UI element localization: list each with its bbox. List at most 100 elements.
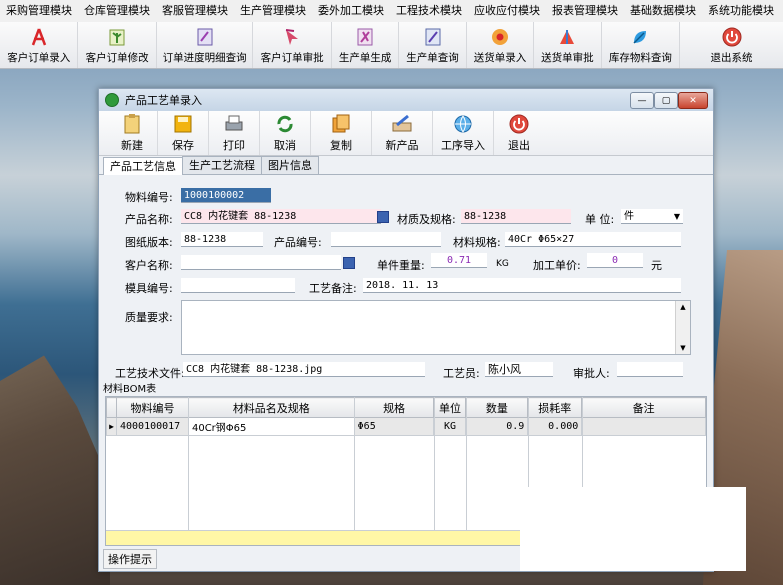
menu-receivable[interactable]: 应收应付模块 bbox=[468, 0, 546, 22]
pen-icon bbox=[390, 112, 414, 136]
grid-line bbox=[466, 397, 467, 545]
plant-icon bbox=[106, 26, 128, 48]
grid-line bbox=[354, 397, 355, 545]
menu-engineering[interactable]: 工程技术模块 bbox=[390, 0, 468, 22]
save-button[interactable]: 保存 bbox=[158, 111, 209, 155]
quality-textarea[interactable]: ▲ ▼ bbox=[181, 300, 691, 355]
drawing-version-label: 图纸版本: bbox=[125, 236, 173, 249]
import-process-button[interactable]: 工序导入 bbox=[433, 111, 494, 155]
drawing-version-field[interactable]: 88-1238 bbox=[181, 232, 263, 247]
tb-production-create[interactable]: 生产单生成 bbox=[332, 22, 400, 68]
scroll-up-icon[interactable]: ▲ bbox=[676, 301, 690, 313]
approver-field[interactable] bbox=[617, 362, 683, 377]
col-qty[interactable]: 数量 bbox=[465, 397, 529, 418]
tech-file-field[interactable]: CC8 内花键套 88-1238.jpg bbox=[183, 362, 425, 377]
material-no-field[interactable]: 1000100002 bbox=[181, 188, 271, 203]
bom-title: 材料BOM表 bbox=[103, 384, 157, 395]
cell-remark[interactable] bbox=[581, 417, 706, 436]
weight-unit: KG bbox=[496, 259, 509, 269]
row-pointer-icon: ▶ bbox=[106, 417, 117, 436]
tab-process-flow[interactable]: 生产工艺流程 bbox=[182, 156, 262, 174]
window-title: 产品工艺单录入 bbox=[125, 94, 202, 107]
tb-order-approve[interactable]: 客户订单审批 bbox=[253, 22, 332, 68]
menu-basic-data[interactable]: 基础数据模块 bbox=[624, 0, 702, 22]
quality-label: 质量要求: bbox=[125, 311, 173, 324]
cell-material-name[interactable]: 40Cr钢Φ65 bbox=[187, 417, 355, 436]
leaf-icon bbox=[629, 26, 651, 48]
process-note-field[interactable]: 2018. 11. 13 bbox=[363, 278, 681, 293]
menu-purchase[interactable]: 采购管理模块 bbox=[0, 0, 78, 22]
menu-system[interactable]: 系统功能模块 bbox=[702, 0, 780, 22]
menu-bar: 采购管理模块 仓库管理模块 客服管理模块 生产管理模块 委外加工模块 工程技术模… bbox=[0, 0, 783, 23]
tb-order-entry[interactable]: 客户订单录入 bbox=[0, 22, 79, 68]
cell-unit[interactable]: KG bbox=[433, 417, 467, 436]
desktop-rock-left bbox=[0, 355, 110, 585]
quality-scrollbar[interactable]: ▲ ▼ bbox=[675, 301, 690, 354]
refresh-icon bbox=[273, 112, 297, 136]
product-name-field[interactable]: CC8 内花键套 88-1238 bbox=[181, 209, 381, 224]
cell-spec[interactable]: Φ65 bbox=[353, 417, 435, 436]
new-product-button[interactable]: 新产品 bbox=[372, 111, 433, 155]
cell-material-no[interactable]: 4000100017 bbox=[115, 417, 189, 436]
menu-service[interactable]: 客服管理模块 bbox=[156, 0, 234, 22]
tb-inventory-query[interactable]: 库存物料查询 bbox=[602, 22, 681, 68]
menu-reports[interactable]: 报表管理模块 bbox=[546, 0, 624, 22]
cancel-button[interactable]: 取消 bbox=[260, 111, 311, 155]
grid-line bbox=[188, 397, 189, 545]
copy-icon bbox=[329, 112, 353, 136]
product-code-field[interactable] bbox=[331, 232, 441, 247]
unit-price-field[interactable]: 0 bbox=[587, 253, 643, 268]
bom-header-row: 物料编号 材料品名及规格 规格 单位 数量 损耗率 备注 bbox=[106, 397, 706, 418]
customer-field[interactable] bbox=[181, 255, 341, 270]
tab-strip: 产品工艺信息 生产工艺流程 图片信息 bbox=[99, 156, 713, 175]
new-button[interactable]: 新建 bbox=[107, 111, 158, 155]
exit-button[interactable]: 退出 bbox=[494, 111, 544, 155]
col-material-no[interactable]: 物料编号 bbox=[115, 397, 189, 418]
clipboard-icon bbox=[120, 112, 144, 136]
doc-icon bbox=[194, 26, 216, 48]
col-remark[interactable]: 备注 bbox=[581, 397, 706, 418]
close-button[interactable]: ✕ bbox=[678, 92, 708, 109]
tb-delivery-entry[interactable]: 送货单录入 bbox=[467, 22, 535, 68]
col-loss-rate[interactable]: 损耗率 bbox=[527, 397, 583, 418]
product-picker-icon[interactable] bbox=[377, 211, 389, 223]
menu-outsourcing[interactable]: 委外加工模块 bbox=[312, 0, 390, 22]
menu-production[interactable]: 生产管理模块 bbox=[234, 0, 312, 22]
col-material-name[interactable]: 材料品名及规格 bbox=[187, 397, 355, 418]
tb-order-progress[interactable]: 订单进度明细查询 bbox=[157, 22, 254, 68]
unit-select[interactable]: 件 ▼ bbox=[621, 209, 683, 224]
material-spec-field[interactable]: 88-1238 bbox=[461, 209, 571, 224]
cell-qty[interactable]: 0.9 bbox=[465, 417, 529, 436]
technician-field[interactable]: 陈小风 bbox=[485, 362, 553, 377]
unit-price-label: 加工单价: bbox=[533, 259, 581, 272]
power-icon bbox=[507, 112, 531, 136]
cell-loss-rate[interactable]: 0.000 bbox=[527, 417, 583, 436]
unit-weight-field[interactable]: 0.71 bbox=[431, 253, 487, 268]
tb-order-edit[interactable]: 客户订单修改 bbox=[78, 22, 157, 68]
minimize-button[interactable]: — bbox=[630, 92, 654, 109]
window-toolbar: 新建 保存 打印 取消 复制 新产品 工序导入 退出 bbox=[99, 111, 713, 156]
table-row[interactable]: ▶ 4000100017 40Cr钢Φ65 Φ65 KG 0.9 0.000 bbox=[106, 417, 706, 436]
col-spec[interactable]: 规格 bbox=[353, 397, 435, 418]
tab-images[interactable]: 图片信息 bbox=[261, 156, 319, 174]
mold-no-field[interactable] bbox=[181, 278, 295, 293]
printer-icon bbox=[222, 112, 246, 136]
tb-exit-system[interactable]: 退出系统 bbox=[680, 22, 783, 68]
tech-file-label: 工艺技术文件: bbox=[115, 367, 185, 380]
acrobat-icon bbox=[28, 26, 50, 48]
tb-production-query[interactable]: 生产单查询 bbox=[399, 22, 467, 68]
technician-label: 工艺员: bbox=[443, 367, 480, 380]
menu-warehouse[interactable]: 仓库管理模块 bbox=[78, 0, 156, 22]
col-unit[interactable]: 单位 bbox=[433, 397, 467, 418]
mat-spec-field[interactable]: 40Cr Φ65×27 bbox=[505, 232, 681, 247]
material-no-label: 物料编号: bbox=[125, 191, 173, 204]
tab-product-info[interactable]: 产品工艺信息 bbox=[103, 157, 183, 175]
customer-picker-icon[interactable] bbox=[343, 257, 355, 269]
print-button[interactable]: 打印 bbox=[209, 111, 260, 155]
scroll-down-icon[interactable]: ▼ bbox=[676, 342, 690, 354]
product-code-label: 产品编号: bbox=[274, 236, 322, 249]
copy-button[interactable]: 复制 bbox=[311, 111, 372, 155]
mold-no-label: 模具编号: bbox=[125, 282, 173, 295]
tb-delivery-approve[interactable]: 送货单审批 bbox=[534, 22, 602, 68]
maximize-button[interactable]: ▢ bbox=[654, 92, 678, 109]
